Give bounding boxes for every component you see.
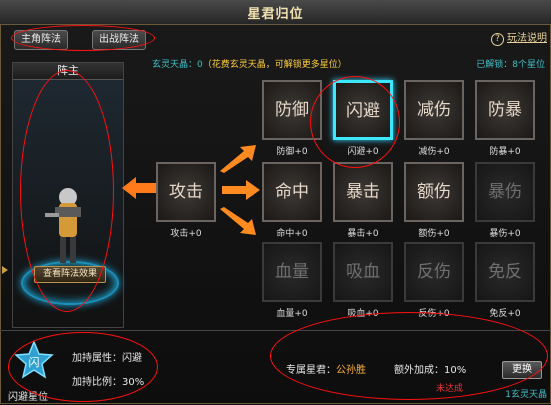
star-tile-hp[interactable]: 血量 xyxy=(262,242,322,302)
star-caption: 命中+0 xyxy=(276,229,308,239)
star-tile-damage-reduce[interactable]: 减伤 xyxy=(404,80,464,140)
right-arrow-icon xyxy=(222,180,260,200)
star-caption: 减伤+0 xyxy=(418,147,450,157)
highlight-ring xyxy=(11,25,155,51)
star-tile-hit[interactable]: 命中 xyxy=(262,162,322,222)
expand-arrow-icon[interactable] xyxy=(2,266,8,274)
star-caption: 防暴+0 xyxy=(489,147,521,157)
star-tile-anti-crit[interactable]: 防暴 xyxy=(475,80,535,140)
star-tile-extra-damage[interactable]: 额伤 xyxy=(404,162,464,222)
star-caption: 血量+0 xyxy=(276,309,308,319)
unlock-count: 已解锁：8个星位 xyxy=(476,60,545,70)
crystal-prefix: 玄灵天晶： xyxy=(152,60,198,70)
title-bar: 星君归位 xyxy=(0,0,551,25)
help-link[interactable]: ? 玩法说明 xyxy=(491,29,547,46)
star-tile-lifesteal[interactable]: 吸血 xyxy=(333,242,393,302)
crystal-cost: 1玄灵天晶 xyxy=(505,390,547,400)
down-right-arrow-icon xyxy=(220,207,256,235)
star-tile-crit-damage[interactable]: 暴伤 xyxy=(475,162,535,222)
star-caption: 免反+0 xyxy=(489,309,521,319)
highlight-ring xyxy=(20,70,114,312)
up-right-arrow-icon xyxy=(220,145,256,173)
star-caption: 防御+0 xyxy=(276,147,308,157)
center-attack-caption: 攻击+0 xyxy=(170,229,202,239)
highlight-ring xyxy=(310,76,400,168)
star-caption: 额伤+0 xyxy=(418,229,450,239)
question-icon: ? xyxy=(491,33,504,46)
crystal-hint: （花费玄灵天晶，可解锁更多星位） xyxy=(202,60,347,70)
window-title: 星君归位 xyxy=(247,7,304,22)
star-tile-crit[interactable]: 暴击 xyxy=(333,162,393,222)
star-tile-anti-reflect[interactable]: 免反 xyxy=(475,242,535,302)
help-label: 玩法说明 xyxy=(507,33,547,44)
highlight-ring xyxy=(270,312,548,400)
highlight-ring xyxy=(8,332,158,402)
star-caption: 暴击+0 xyxy=(347,229,379,239)
crystal-info: 玄灵天晶：0（花费玄灵天晶，可解锁更多星位） xyxy=(152,57,347,70)
center-attack-tile[interactable]: 攻击 xyxy=(156,162,216,222)
star-tile-reflect[interactable]: 反伤 xyxy=(404,242,464,302)
star-caption: 暴伤+0 xyxy=(489,229,521,239)
